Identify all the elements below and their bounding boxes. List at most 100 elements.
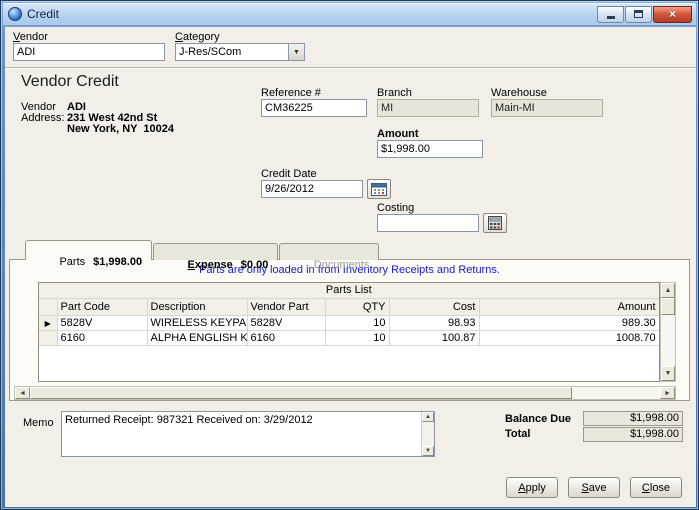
tab-parts[interactable]: Parts $1,998.00: [25, 240, 153, 268]
tab-expense-amount: $0.00: [240, 259, 269, 271]
cell-qty[interactable]: 10: [325, 330, 390, 346]
reference-input[interactable]: [261, 99, 367, 117]
cell-part-code[interactable]: 6160: [57, 330, 148, 346]
titlebar: Credit ×: [3, 3, 696, 25]
reference-label: Reference #: [261, 87, 321, 99]
close-window-button[interactable]: ×: [653, 5, 692, 23]
parts-table: Parts List Part Code Description Vendor …: [39, 283, 659, 346]
scroll-up-icon: ▲: [664, 287, 672, 294]
memo-scroll-up-icon: ▲: [425, 414, 431, 420]
vendor-input[interactable]: [13, 43, 165, 61]
cell-description[interactable]: WIRELESS KEYPAD W: [147, 315, 248, 331]
address-label: Address:: [21, 112, 65, 124]
row-selector-cell[interactable]: ▶: [39, 315, 58, 331]
vendor-field-label: Vendor: [13, 31, 48, 43]
amount-label: Amount: [377, 128, 419, 140]
save-button[interactable]: Save: [568, 477, 620, 498]
scroll-down-button[interactable]: ▼: [661, 366, 675, 381]
minimize-icon: [606, 16, 615, 19]
window-title: Credit: [27, 7, 60, 21]
tab-expense[interactable]: Expense $0.00: [153, 243, 279, 271]
table-row[interactable]: 6160 ALPHA ENGLISH KEYF 6160 10 100.87 1…: [39, 330, 659, 346]
close-button-label: Close: [641, 481, 671, 494]
window-controls: ×: [597, 5, 696, 23]
tab-documents: Documents: [279, 243, 380, 271]
minimize-button[interactable]: [597, 5, 624, 23]
scroll-right-icon: ►: [664, 389, 671, 397]
memo-scroll-down-button[interactable]: ▼: [422, 446, 434, 456]
save-button-label: Save: [581, 481, 607, 494]
parts-grid: Parts List Part Code Description Vendor …: [38, 282, 660, 382]
horizontal-scrollbar[interactable]: ◄ ►: [14, 386, 676, 400]
maximize-icon: [634, 10, 643, 18]
column-header-description: Description: [147, 298, 248, 316]
table-row[interactable]: ▶ 5828V WIRELESS KEYPAD W 5828V 10 98.93…: [39, 315, 659, 331]
cell-amount[interactable]: 989.30: [479, 315, 659, 331]
cell-cost[interactable]: 100.87: [389, 330, 480, 346]
tab-expense-label: Expense: [187, 259, 233, 271]
branch-input: [377, 99, 479, 117]
column-header-vendor-part: Vendor Part: [247, 298, 326, 316]
cell-vendor-part[interactable]: 5828V: [247, 315, 326, 331]
close-button[interactable]: Close: [630, 477, 682, 498]
cell-amount[interactable]: 1008.70: [479, 330, 659, 346]
scroll-left-button[interactable]: ◄: [15, 387, 30, 399]
cell-cost[interactable]: 98.93: [389, 315, 480, 331]
selector-column-header: [39, 298, 58, 316]
memo-scrollbar[interactable]: ▲ ▼: [421, 412, 434, 456]
total-label: Total: [505, 428, 531, 440]
tab-parts-amount: $1,998.00: [93, 256, 143, 268]
apply-button[interactable]: Apply: [506, 477, 558, 498]
cell-qty[interactable]: 10: [325, 315, 390, 331]
row-selector-cell[interactable]: [39, 330, 58, 346]
memo-label: Memo: [23, 417, 54, 429]
chevron-down-icon[interactable]: ▼: [288, 44, 304, 60]
scroll-right-button[interactable]: ►: [660, 387, 675, 399]
memo-scroll-up-button[interactable]: ▲: [422, 412, 434, 422]
memo-box: Returned Receipt: 987321 Received on: 3/…: [61, 411, 435, 457]
separator: [5, 67, 696, 69]
amount-input[interactable]: [377, 140, 483, 158]
scroll-down-icon: ▼: [664, 370, 672, 377]
total-value: $1,998.00: [583, 427, 683, 442]
memo-input[interactable]: Returned Receipt: 987321 Received on: 3/…: [62, 412, 421, 456]
category-value: J-Res/SCom: [179, 46, 242, 58]
credit-window: Credit × Vendor Category J-Res/SCom ▼ Ve…: [0, 0, 699, 510]
vertical-scrollbar-track[interactable]: [661, 298, 675, 366]
apply-button-label: Apply: [518, 481, 546, 494]
client-area: Vendor Category J-Res/SCom ▼ Vendor Cred…: [5, 27, 696, 507]
calculator-icon: [488, 216, 502, 230]
credit-date-label: Credit Date: [261, 168, 317, 180]
credit-date-input[interactable]: [261, 180, 363, 198]
page-title: Vendor Credit: [21, 73, 119, 90]
branch-label: Branch: [377, 87, 412, 99]
cell-vendor-part[interactable]: 6160: [247, 330, 326, 346]
calendar-button[interactable]: [367, 179, 391, 199]
costing-input[interactable]: [377, 214, 479, 232]
cell-part-code[interactable]: 5828V: [57, 315, 148, 331]
costing-lookup-button[interactable]: [483, 213, 507, 233]
horizontal-scrollbar-track[interactable]: [30, 387, 660, 399]
maximize-button[interactable]: [625, 5, 652, 23]
scroll-up-button[interactable]: ▲: [661, 283, 675, 298]
tab-bar: Parts $1,998.00 Expense $0.00 Documents: [25, 240, 380, 271]
vertical-scrollbar[interactable]: ▲ ▼: [660, 282, 676, 382]
dropdown-arrow-glyph: ▼: [293, 48, 300, 56]
cell-description[interactable]: ALPHA ENGLISH KEYF: [147, 330, 248, 346]
warehouse-label: Warehouse: [491, 87, 547, 99]
table-title-row: Parts List: [39, 283, 659, 299]
column-header-cost: Cost: [389, 298, 480, 316]
app-icon: [8, 7, 22, 21]
category-select[interactable]: J-Res/SCom ▼: [175, 43, 305, 61]
tab-parts-label: Parts: [59, 256, 86, 268]
scroll-left-icon: ◄: [19, 389, 26, 397]
table-header-row: Part Code Description Vendor Part QTY Co…: [39, 298, 659, 316]
horizontal-scrollbar-thumb[interactable]: [30, 387, 572, 399]
warehouse-input: [491, 99, 603, 117]
vertical-scrollbar-thumb[interactable]: [661, 298, 675, 315]
table-title: Parts List: [39, 283, 659, 299]
costing-label: Costing: [377, 202, 415, 214]
address-line-2: New York, NY 10024: [67, 123, 175, 135]
category-field-label: Category: [175, 31, 220, 43]
column-header-qty: QTY: [325, 298, 390, 316]
